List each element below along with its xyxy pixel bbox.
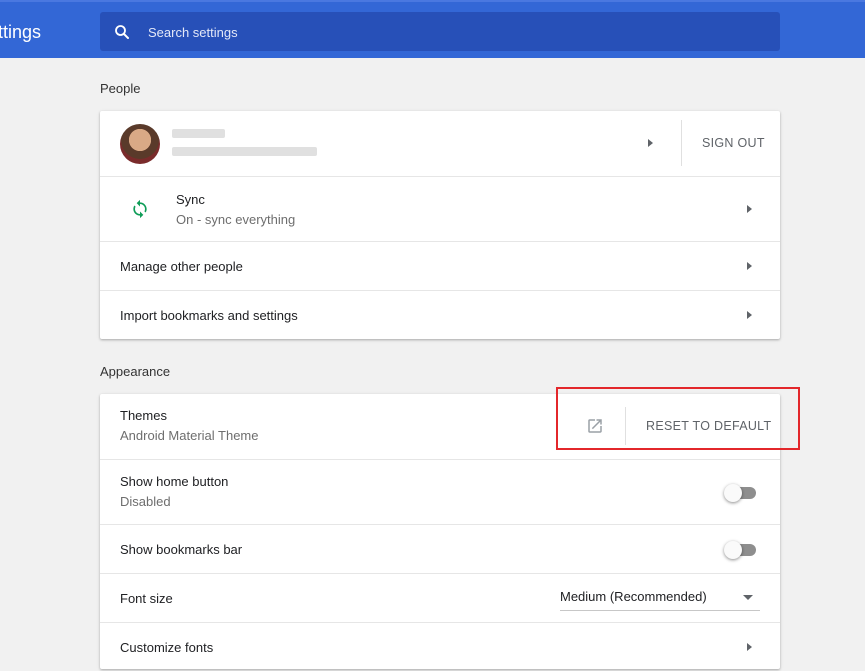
themes-label: Themes xyxy=(120,408,167,423)
font-size-row: Font size Medium (Recommended) xyxy=(100,573,780,622)
show-bookmarks-bar-row[interactable]: Show bookmarks bar xyxy=(100,524,780,573)
toggle-knob[interactable] xyxy=(724,541,742,559)
import-bookmarks-label: Import bookmarks and settings xyxy=(120,308,298,323)
appearance-section-title: Appearance xyxy=(100,364,171,379)
show-bookmarks-bar-label: Show bookmarks bar xyxy=(120,542,243,557)
manage-other-people-row[interactable]: Manage other people xyxy=(100,241,780,290)
people-section-title: People xyxy=(100,81,141,96)
show-home-button-status: Disabled xyxy=(120,494,171,509)
app-header: ttings xyxy=(0,0,865,58)
chevron-right-icon[interactable] xyxy=(747,311,752,319)
font-size-select[interactable]: Medium (Recommended) xyxy=(560,587,760,611)
sync-row[interactable]: Sync On - sync everything xyxy=(100,176,780,241)
show-home-button-row[interactable]: Show home button Disabled xyxy=(100,459,780,524)
toggle-knob[interactable] xyxy=(724,484,742,502)
manage-other-people-label: Manage other people xyxy=(120,259,243,274)
search-input[interactable] xyxy=(146,20,750,44)
sign-out-button[interactable]: SIGN OUT xyxy=(702,136,765,150)
font-size-selected: Medium (Recommended) xyxy=(560,589,707,604)
chevron-right-icon[interactable] xyxy=(747,205,752,213)
sync-icon xyxy=(133,199,147,219)
search-icon xyxy=(115,25,129,39)
import-bookmarks-row[interactable]: Import bookmarks and settings xyxy=(100,290,780,339)
show-home-button-label: Show home button xyxy=(120,474,229,489)
sync-status: On - sync everything xyxy=(176,212,296,227)
dropdown-caret-icon xyxy=(743,595,753,600)
font-size-label: Font size xyxy=(120,591,173,606)
profile-row[interactable]: SIGN OUT xyxy=(100,111,780,176)
profile-name-redacted xyxy=(172,129,225,138)
sync-label: Sync xyxy=(176,192,205,207)
chevron-right-icon[interactable] xyxy=(648,139,653,147)
chevron-right-icon[interactable] xyxy=(747,643,752,651)
chevron-right-icon[interactable] xyxy=(747,262,752,270)
profile-email-redacted xyxy=(172,147,317,156)
people-card: SIGN OUT Sync On - sync everything Manag… xyxy=(100,111,780,339)
highlight-box xyxy=(556,387,800,450)
customize-fonts-label: Customize fonts xyxy=(120,640,214,655)
search-box[interactable] xyxy=(100,12,780,51)
themes-value: Android Material Theme xyxy=(120,428,259,443)
customize-fonts-row[interactable]: Customize fonts xyxy=(100,622,780,671)
page-title: ttings xyxy=(0,22,42,42)
avatar xyxy=(120,124,160,164)
divider xyxy=(681,120,682,166)
